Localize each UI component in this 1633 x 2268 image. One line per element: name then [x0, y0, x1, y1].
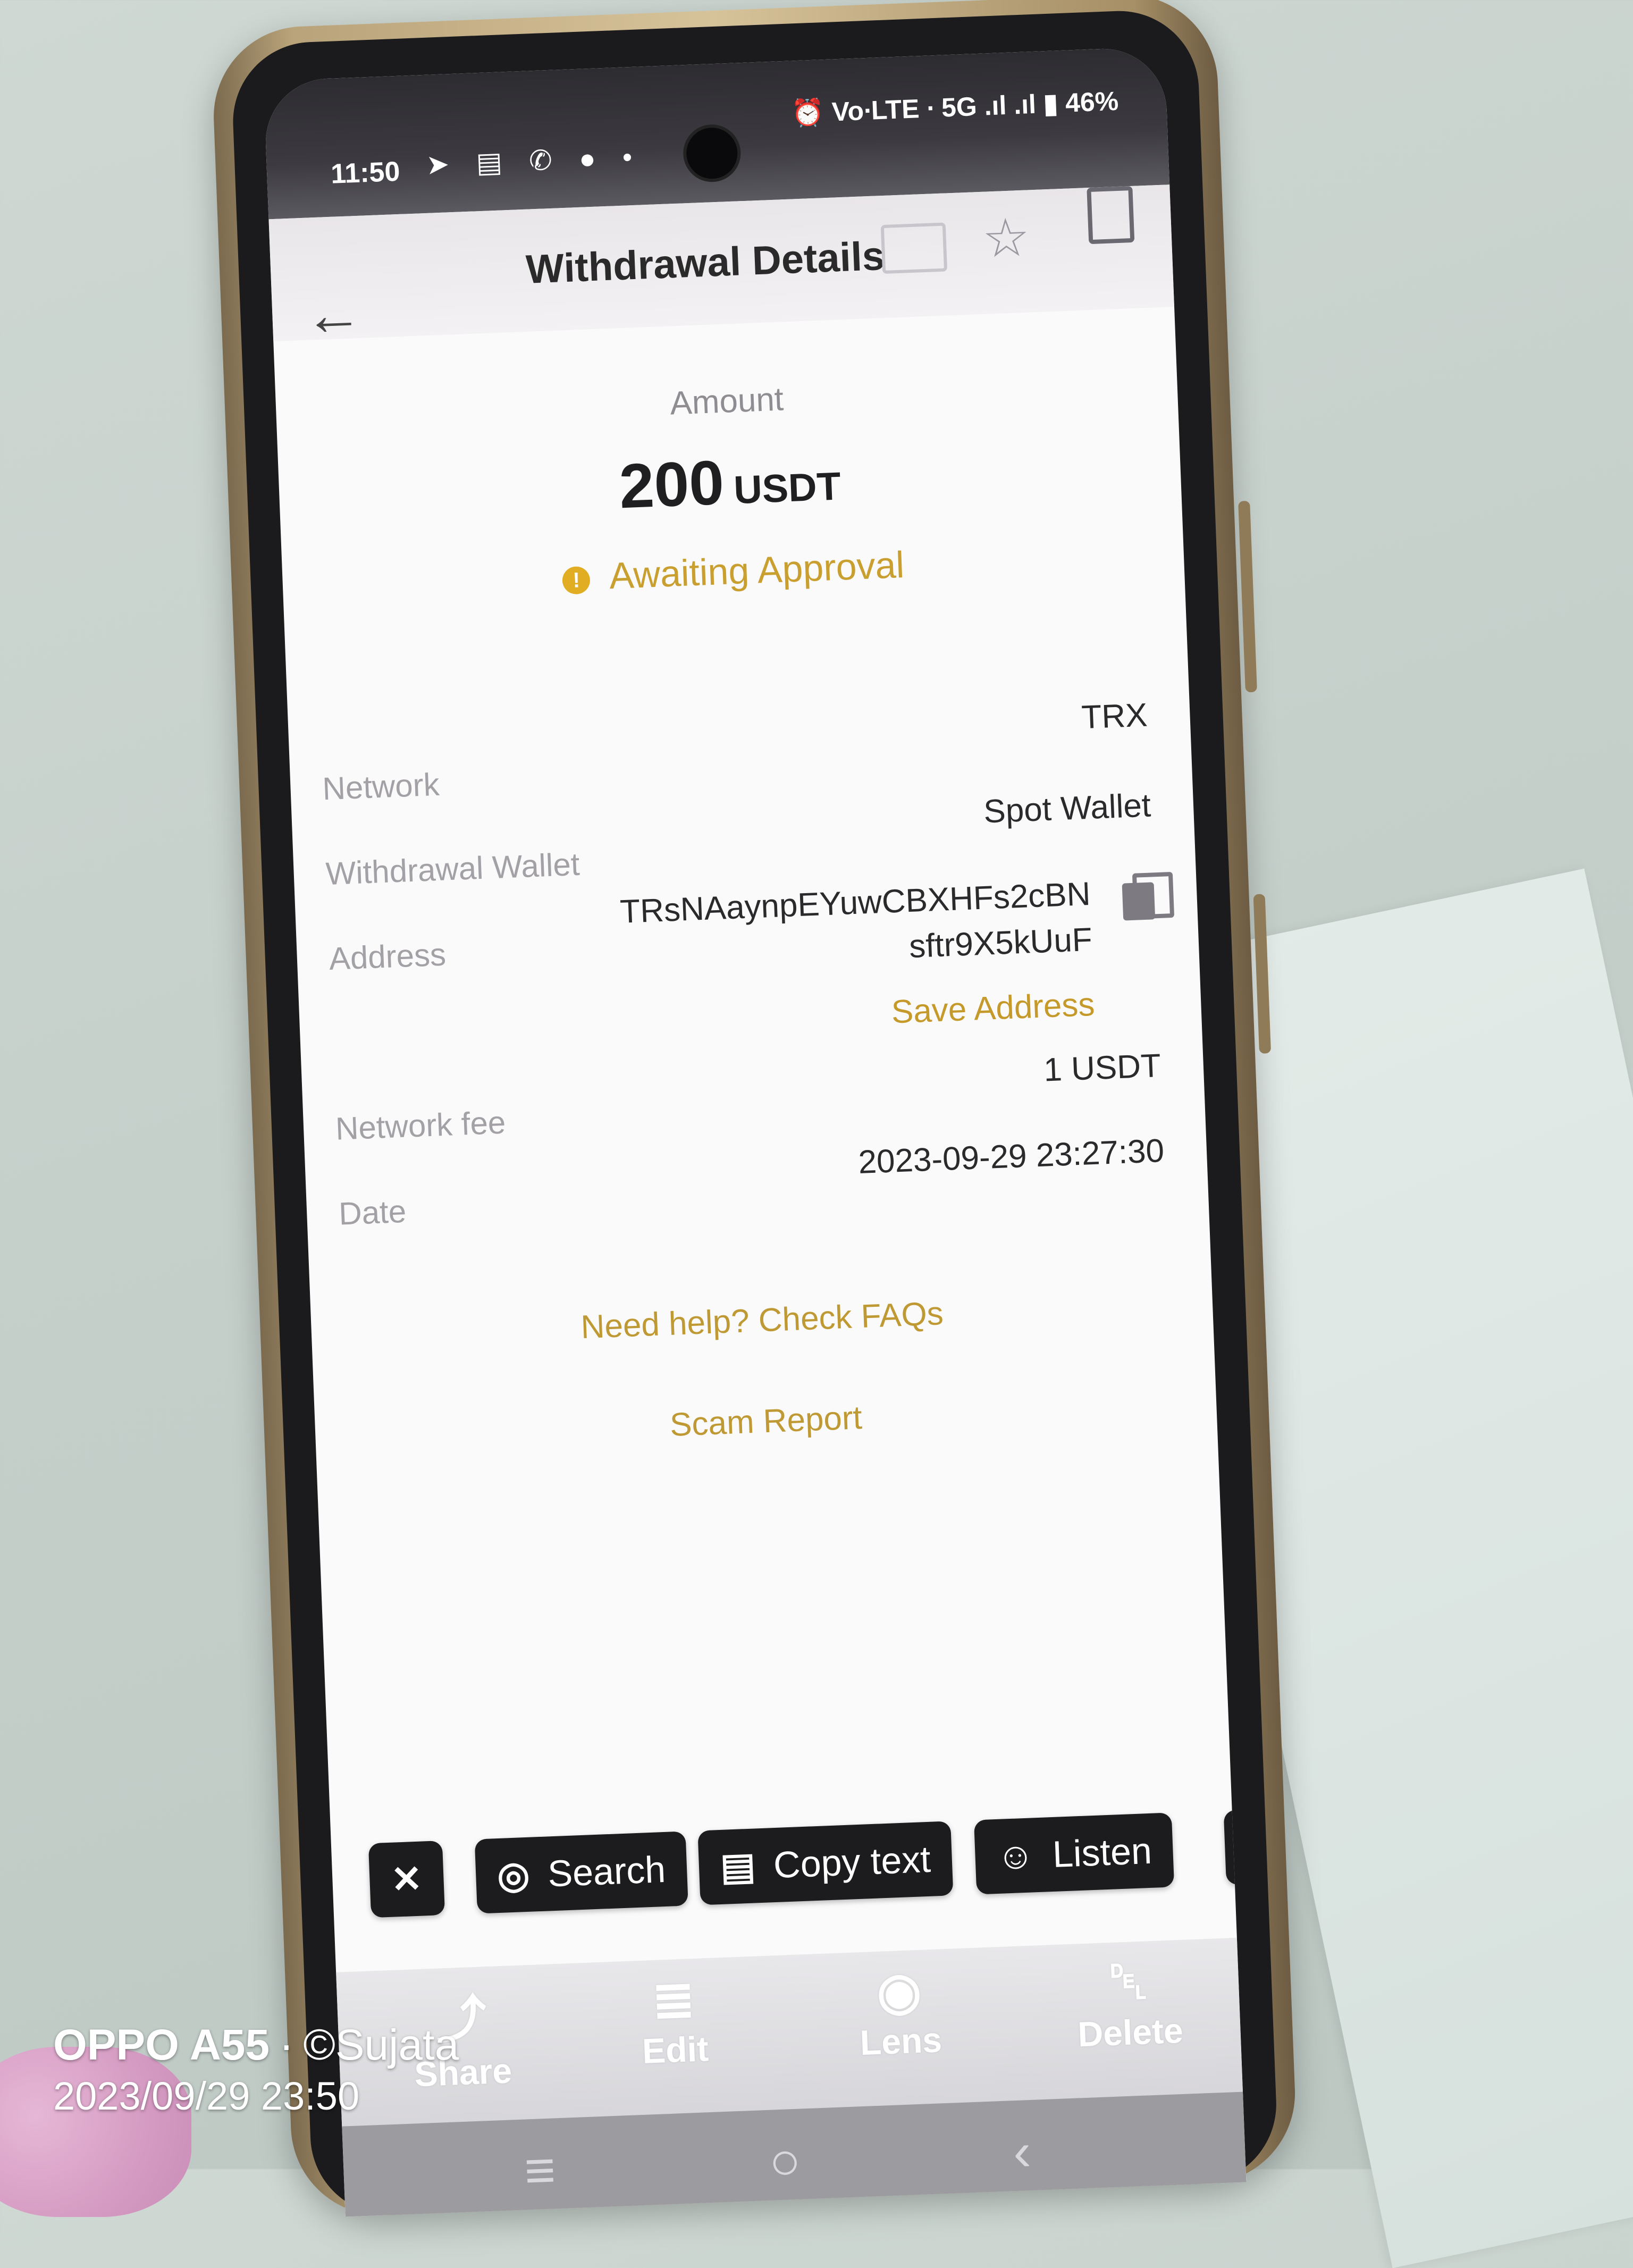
- search-label: Search: [546, 1848, 667, 1895]
- device-model: OPPO A55: [53, 2021, 270, 2069]
- edit-label: Edit: [641, 2029, 710, 2071]
- network-value: TRX: [1081, 696, 1148, 736]
- download-icon[interactable]: [1087, 186, 1135, 245]
- pink-cloth: [0, 2047, 191, 2217]
- star-icon[interactable]: ☆: [981, 206, 1031, 270]
- search-icon: ◎: [496, 1853, 531, 1897]
- lens-button[interactable]: ◉ Lens: [857, 1960, 943, 2063]
- delete-label: Delete: [1077, 2010, 1184, 2054]
- copy-icon[interactable]: [1122, 882, 1156, 921]
- page-title: Withdrawal Details: [525, 233, 886, 292]
- copy-text-label: Copy text: [772, 1838, 932, 1886]
- close-icon: ✕: [390, 1858, 423, 1901]
- nav-back-icon[interactable]: ‹: [1012, 2121, 1032, 2183]
- document-icon: ▤: [719, 1845, 756, 1888]
- search-chip[interactable]: ◎ Search: [474, 1831, 688, 1914]
- home-icon[interactable]: ○: [768, 2130, 802, 2193]
- warning-icon: !: [562, 566, 591, 595]
- crop-chip[interactable]: ⬚C: [1223, 1805, 1247, 1885]
- phone-side-button: [1238, 500, 1257, 693]
- status-text: Awaiting Approval: [608, 543, 905, 597]
- amount-label: Amount: [669, 381, 785, 422]
- cast-icon[interactable]: [880, 222, 948, 274]
- front-camera: [685, 127, 739, 180]
- lens-action-chips: ✕ ◎ Search ▤ Copy text ☺ Listen ⬚C: [368, 1803, 1247, 1945]
- phone-screen: 11:50 ➤ ▤ ✆ ● • ⏰ Vo∙LTE ∙ 5G .ıl .ıl ▮ …: [263, 46, 1247, 2217]
- amount-unit: USDT: [733, 464, 842, 513]
- address-label: Address: [328, 936, 447, 977]
- address-value[interactable]: TRsNAaynpEYuwCBXHFs2cBN sftr9X5kUuF: [619, 871, 1093, 981]
- status-badge: ! Awaiting Approval: [282, 533, 1185, 610]
- speaker-person-icon: ☺: [996, 1834, 1036, 1878]
- camera-watermark-timestamp: 2023/09/29 23:50: [53, 2074, 360, 2118]
- amount-display: 200 USDT: [278, 429, 1182, 536]
- system-status-icons: ⏰ Vo∙LTE ∙ 5G .ıl .ıl ▮ 46%: [790, 86, 1119, 129]
- help-faq-link[interactable]: Need help? Check FAQs: [311, 1284, 1213, 1357]
- phone-device: 11:50 ➤ ▤ ✆ ● • ⏰ Vo∙LTE ∙ 5G .ıl .ıl ▮ …: [210, 0, 1299, 2219]
- watermark-separator: ·: [279, 2021, 294, 2069]
- wallet-label: Withdrawal Wallet: [325, 846, 580, 892]
- listen-chip[interactable]: ☺ Listen: [974, 1812, 1175, 1895]
- trash-icon: ␡: [1107, 1952, 1150, 2011]
- amount-value: 200: [618, 447, 726, 522]
- back-arrow-icon[interactable]: ←: [303, 280, 364, 349]
- crop-icon: ⬚: [1245, 1809, 1247, 1884]
- wallet-value: Spot Wallet: [983, 787, 1152, 830]
- lens-label: Lens: [859, 2020, 943, 2063]
- phone-bezel: 11:50 ➤ ▤ ✆ ● • ⏰ Vo∙LTE ∙ 5G .ıl .ıl ▮ …: [230, 8, 1280, 2218]
- network-fee-value: 1 USDT: [1043, 1047, 1162, 1089]
- sliders-icon: ≣: [651, 1971, 696, 2030]
- notification-icons: ➤ ▤ ✆ ● •: [425, 141, 643, 181]
- close-chip[interactable]: ✕: [368, 1841, 445, 1918]
- save-address-link[interactable]: Save Address: [891, 986, 1096, 1031]
- network-fee-label: Network fee: [334, 1104, 507, 1147]
- lens-icon: ◉: [876, 1962, 923, 2021]
- status-time: 11:50: [330, 156, 401, 190]
- delete-button[interactable]: ␡ Delete: [1075, 1951, 1184, 2054]
- listen-label: Listen: [1051, 1829, 1153, 1875]
- edit-button[interactable]: ≣ Edit: [639, 1969, 709, 2071]
- copy-text-chip[interactable]: ▤ Copy text: [697, 1821, 954, 1905]
- recent-apps-icon[interactable]: ≡: [524, 2139, 557, 2202]
- network-label: Network: [322, 766, 440, 807]
- date-value: 2023-09-29 23:27:30: [857, 1132, 1165, 1181]
- watermark-author: ©Sujata: [303, 2021, 459, 2069]
- scam-report-link[interactable]: Scam Report: [315, 1385, 1217, 1458]
- camera-watermark-device: OPPO A55 · ©Sujata: [53, 2020, 459, 2070]
- date-label: Date: [338, 1193, 407, 1232]
